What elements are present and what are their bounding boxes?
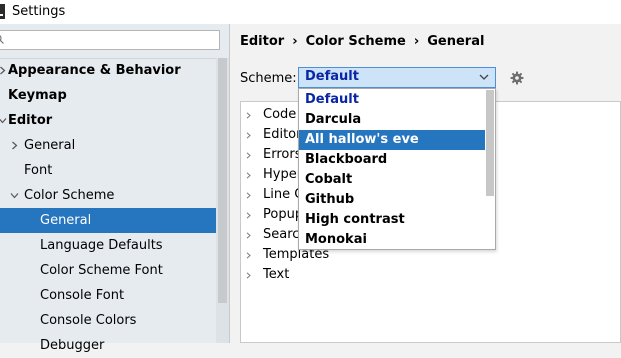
sidebar-item-label: Color Scheme <box>24 188 115 203</box>
sidebar-item[interactable]: Color Scheme <box>0 183 216 208</box>
breadcrumb: Editor › Color Scheme › General <box>240 34 484 49</box>
sidebar-item-label: Language Defaults <box>40 238 163 253</box>
breadcrumb-separator: › <box>413 34 420 49</box>
category-label: Code <box>263 107 297 122</box>
scheme-label: Scheme: <box>240 71 297 86</box>
scheme-select[interactable]: Default <box>298 67 496 88</box>
chevron-right-icon[interactable] <box>245 111 252 120</box>
chevron-right-icon[interactable] <box>245 251 252 260</box>
breadcrumb-editor: Editor <box>240 34 285 49</box>
sidebar-item-label: General <box>40 213 92 228</box>
breadcrumb-general: General <box>427 34 485 49</box>
sidebar-item-label: Keymap <box>8 88 67 103</box>
chevron-down-icon[interactable] <box>10 191 19 200</box>
scheme-option[interactable]: Github <box>299 190 485 210</box>
sidebar-item[interactable]: Debugger <box>0 333 216 358</box>
gear-icon[interactable] <box>510 71 524 85</box>
category-item[interactable]: Text <box>241 265 620 285</box>
sidebar-item[interactable]: General <box>0 133 216 158</box>
sidebar-item[interactable]: Console Font <box>0 283 216 308</box>
sidebar-item[interactable]: Editor <box>0 108 216 133</box>
window-title: Settings <box>12 4 66 19</box>
sidebar-item-label: Appearance & Behavior <box>8 63 181 78</box>
scheme-option[interactable]: Cobalt <box>299 170 485 190</box>
chevron-right-icon[interactable] <box>245 171 252 180</box>
sidebar-item[interactable]: Font <box>0 158 216 183</box>
sidebar-item-label: Debugger <box>40 338 105 353</box>
category-label: Text <box>263 267 290 282</box>
title-bar: Settings <box>0 0 621 24</box>
sidebar-item[interactable]: Language Defaults <box>0 233 216 258</box>
chevron-right-icon[interactable] <box>245 271 252 280</box>
chevron-right-icon[interactable] <box>245 131 252 140</box>
sidebar-item-label: General <box>24 138 76 153</box>
chevron-right-icon[interactable] <box>245 151 252 160</box>
breadcrumb-separator: › <box>292 34 298 49</box>
chevron-right-icon[interactable] <box>0 66 7 75</box>
search-icon <box>0 35 4 44</box>
sidebar-item-label: Color Scheme Font <box>40 263 163 278</box>
search-input[interactable] <box>0 30 220 50</box>
sidebar-item-label: Editor <box>8 113 53 128</box>
sidebar-item[interactable]: Color Scheme Font <box>0 258 216 283</box>
scheme-option[interactable]: Blackboard <box>299 150 485 170</box>
chevron-right-icon[interactable] <box>245 211 252 220</box>
scheme-dropdown: Default Darcula All hallow's eve Blackboard… <box>298 88 496 250</box>
sidebar-item[interactable]: General <box>0 208 216 233</box>
chevron-down-icon <box>479 74 489 80</box>
sidebar-item-label: Console Colors <box>40 313 137 328</box>
category-label: Hyper <box>263 167 303 182</box>
category-label: Errors <box>263 147 302 162</box>
scheme-option[interactable]: Default <box>299 90 485 110</box>
chevron-right-icon[interactable] <box>245 231 252 240</box>
sidebar-item[interactable]: Console Colors <box>0 308 216 333</box>
settings-sidebar: Appearance & Behavior Keymap Editor General… <box>0 24 229 353</box>
sidebar-item-label: Font <box>24 163 53 178</box>
category-label: Editor <box>263 127 302 142</box>
sidebar-item[interactable]: Appearance & Behavior <box>0 58 216 83</box>
chevron-right-icon[interactable] <box>10 141 19 150</box>
dropdown-scrollbar[interactable] <box>486 90 494 196</box>
sidebar-item[interactable]: Keymap <box>0 83 216 108</box>
scheme-option[interactable]: High contrast <box>299 210 485 230</box>
scheme-option[interactable]: All hallow's eve <box>299 130 485 150</box>
app-icon <box>0 4 5 19</box>
scheme-option[interactable]: Darcula <box>299 110 485 130</box>
breadcrumb-color-scheme: Color Scheme <box>305 34 406 49</box>
scheme-option[interactable]: Monokai <box>299 230 485 250</box>
sidebar-item-label: Console Font <box>40 288 125 303</box>
chevron-down-icon[interactable] <box>0 116 7 125</box>
sidebar-scrollbar[interactable] <box>218 58 227 303</box>
scheme-select-value: Default <box>305 69 359 84</box>
chevron-right-icon[interactable] <box>245 191 252 200</box>
